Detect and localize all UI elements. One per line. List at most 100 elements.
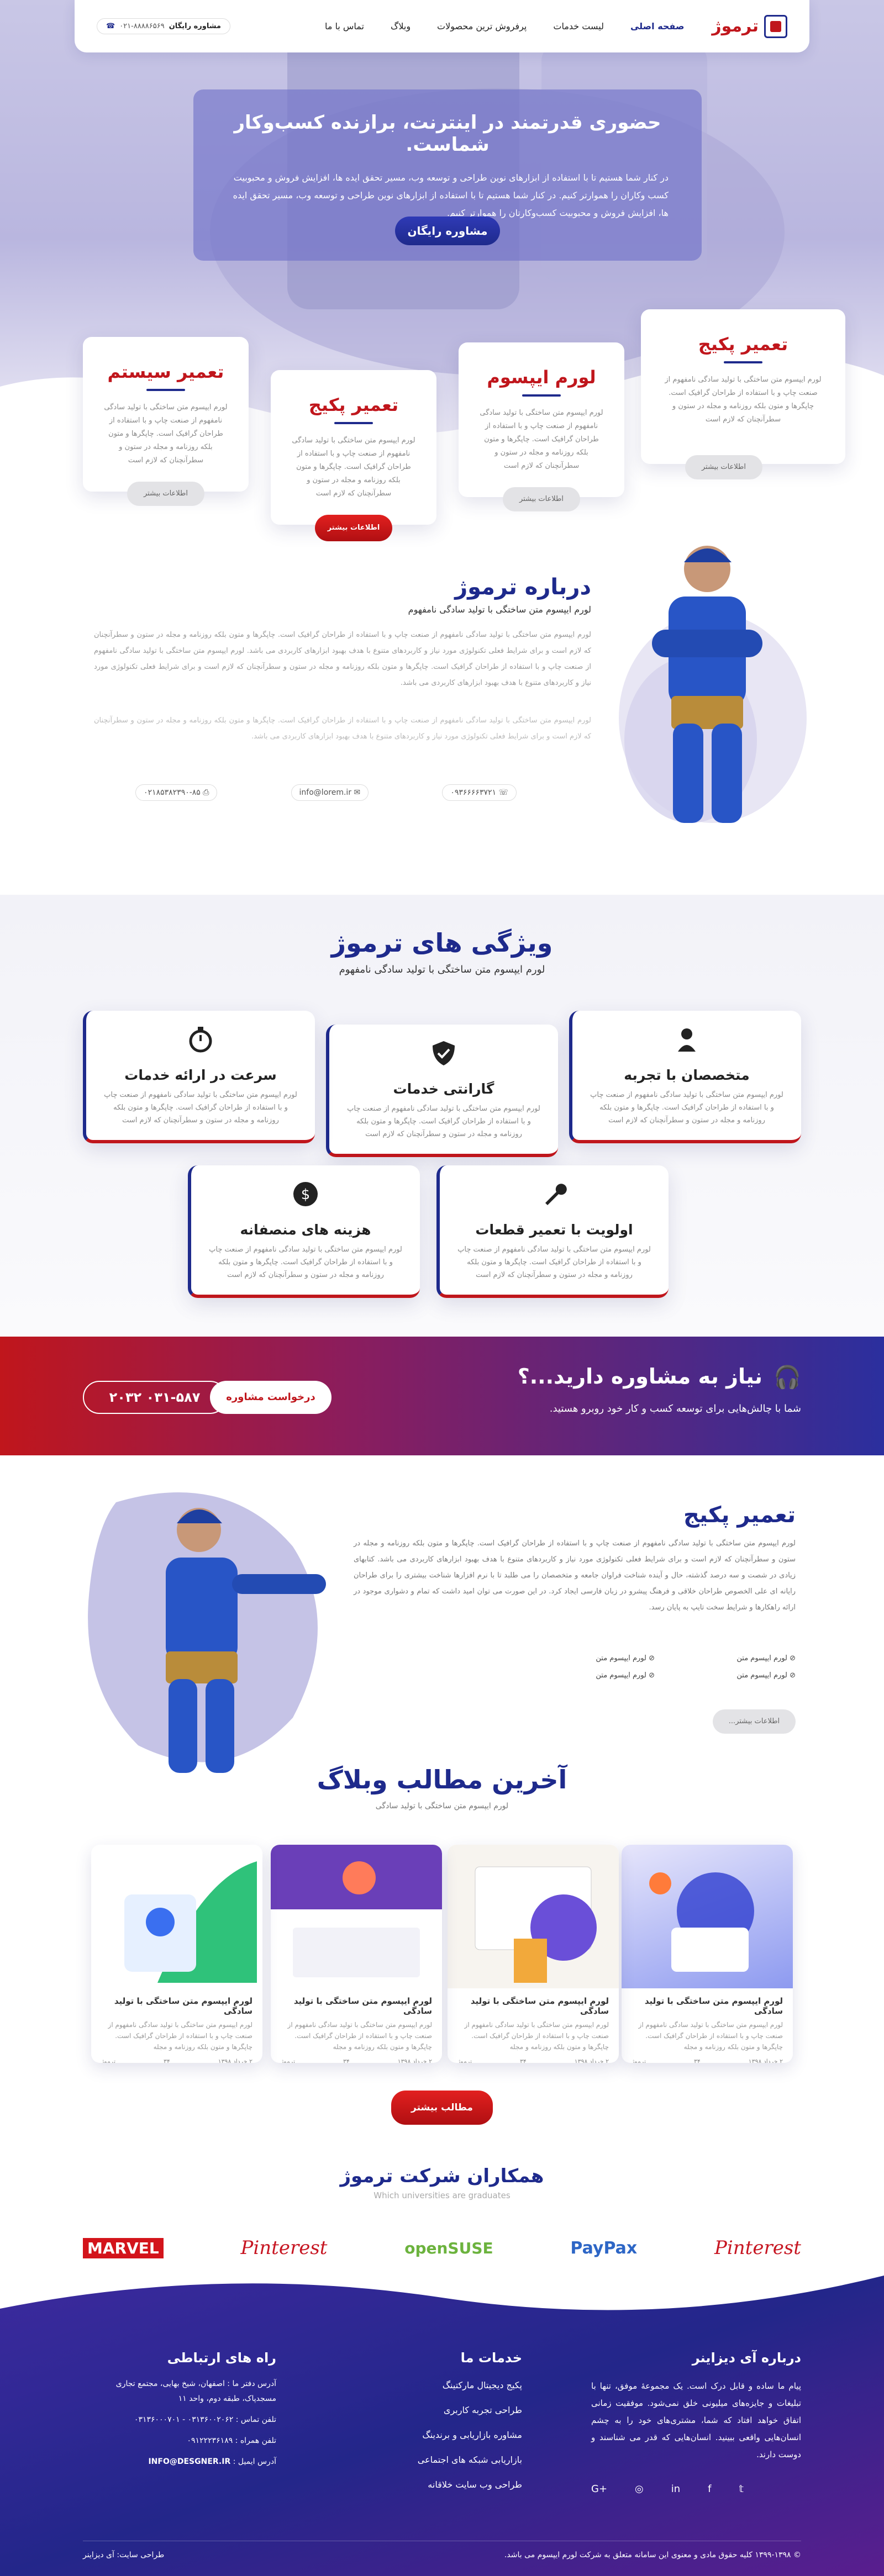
menu-item-services[interactable]: لیست خدمات — [553, 21, 604, 31]
blog-post-text: لورم ایپسوم متن ساختگی با تولید سادگی نا… — [287, 2021, 432, 2051]
more-info-button[interactable]: اطلاعات بیشتر — [503, 487, 580, 511]
blog-post-meta: ۲ خرداد ۱۳۹۸ ۳۴ ترموژ — [281, 2058, 432, 2063]
about-email[interactable]: ✉ info@lorem.ir — [291, 784, 369, 801]
logo-marvel: MARVEL — [83, 2237, 164, 2258]
feature-card-1: متخصصان با تجربه لورم ایپسوم متن ساختگی … — [569, 1011, 801, 1143]
feature-title: متخصصان با تجربه — [624, 1067, 750, 1083]
feature-title: گارانتی خدمات — [393, 1081, 494, 1097]
feature-title: هزینه های منصفانه — [240, 1222, 371, 1238]
service-card-title: تعمیر پکیج — [698, 334, 788, 355]
blog-post-text: لورم ایپسوم متن ساختگی با تولید سادگی نا… — [638, 2021, 783, 2051]
nav-cta[interactable]: مشاوره رایگان ۰۲۱-۸۸۸۸۶۵۶۹ ☎ — [97, 18, 230, 34]
footer-service-link[interactable]: پکیج دیجیتال مارکتینگ — [367, 2380, 522, 2390]
footer-mobile[interactable]: تلفن همراه : ۰۹۱۲۲۲۳۶۱۸۹ — [88, 2436, 276, 2445]
blog-post-title: لورم ایپسوم متن ساختگی با تولید سادگی — [470, 1996, 609, 2016]
consult-subtitle: شما با چالش‌هایی برای توسعه کسب و کار خو… — [549, 1403, 801, 1414]
feature-title: اولویت با تعمیر قطعات — [475, 1222, 633, 1238]
logo-mark-icon — [764, 14, 787, 38]
checklist-item: ⊘ لورم ایپسوم متن — [736, 1671, 796, 1680]
service-card-3: تعمیر پکیج لورم ایپسوم متن ساختگی با تول… — [271, 370, 436, 541]
more-info-button-active[interactable]: اطلاعات بیشتر — [315, 515, 392, 541]
title-underline — [724, 361, 762, 363]
feature-card-5: $ هزینه های منصفانه لورم ایپسوم متن ساخت… — [188, 1165, 420, 1298]
twitter-icon[interactable]: 𝕥 — [739, 2483, 744, 2495]
footer-contact-title: راه های ارتباطی — [167, 2350, 276, 2366]
hero-text: در کنار شما هستیم تا با استفاده از ابزار… — [233, 172, 669, 218]
wrench-icon — [545, 1184, 567, 1205]
footer-tel[interactable]: تلفن تماس : ۰۳۱۳۶۰۰۲۰۶۲ - ۰۳۱۳۶۰۰۰۷۰۱ — [88, 2415, 276, 2424]
shield-check-icon — [433, 1041, 455, 1065]
logo-paypax: PayPax — [570, 2238, 638, 2258]
service-card-text: لورم ایپسوم متن ساختگی با تولید سادگی نا… — [292, 436, 415, 498]
partners-logos: MARVEL Pinterest openSUSE PayPax Pintere… — [83, 2237, 801, 2259]
about-paragraph-1: لورم ایپسوم متن ساختگی با تولید سادگی نا… — [94, 631, 591, 687]
feature-title: سرعت در ارائه خدمات — [124, 1067, 277, 1083]
consult-phone[interactable]: ۰۳۱-۵۸۷ ۲۰۳۲ — [83, 1381, 227, 1414]
linkedin-icon[interactable]: in — [671, 2483, 680, 2495]
service-card-title: تعمیر پکیج — [308, 394, 399, 415]
service-card-text: لورم ایپسوم متن ساختگی با تولید سادگی نا… — [665, 376, 822, 424]
logo-pinterest: Pinterest — [240, 2237, 328, 2259]
menu-item-blog[interactable]: وبلاگ — [391, 21, 411, 31]
brand-logo[interactable]: ترموژ — [712, 14, 787, 38]
footer-service-link[interactable]: طراحی تجربه کاربری — [367, 2405, 522, 2415]
check-circle-icon: ⊘ — [787, 1671, 796, 1680]
feature-text: لورم ایپسوم متن ساختگی با تولید سادگی نا… — [209, 1245, 402, 1279]
more-info-button[interactable]: اطلاعات بیشتر — [685, 455, 762, 479]
blog-card-1[interactable]: لورم ایپسوم متن ساختگی با تولید سادگی لو… — [622, 1845, 793, 2063]
instagram-icon[interactable]: ◎ — [635, 2483, 644, 2495]
about-phone[interactable]: ☏ ۰۹۳۶۶۶۶۳۷۲۱ — [442, 784, 517, 801]
about-fax[interactable]: ⎙ ۰۲۱۸۵۳۸۲۳۹۰-۸۵ — [135, 784, 218, 801]
hero-consult-button[interactable]: مشاوره رایگان — [395, 217, 500, 245]
menu-item-contact[interactable]: تماس با ما — [325, 21, 364, 31]
service-card-1: تعمیر پکیج لورم ایپسوم متن ساختگی با تول… — [641, 309, 845, 479]
checklist-item: ⊘ لورم ایپسوم متن — [596, 1671, 655, 1680]
hero-title: حضوری قدرتمند در اینترنت، برازنده کسب‌وک… — [234, 112, 661, 156]
blog-post-text: لورم ایپسوم متن ساختگی با تولید سادگی نا… — [464, 2021, 609, 2051]
main-menu: صفحه اصلی لیست خدمات پرفروش ترین محصولات… — [325, 21, 684, 31]
footer-service-link[interactable]: طراحی وب سایت خلاقانه — [367, 2479, 522, 2490]
nav-cta-label: مشاوره رایگان — [169, 22, 221, 30]
google-plus-icon[interactable]: G+ — [591, 2483, 607, 2495]
social-links: G+ ◎ in f 𝕥 — [591, 2483, 801, 2495]
blog-post-meta: ۲ خرداد ۱۳۹۸ ۳۴ ترموژ — [101, 2058, 252, 2063]
feature-card-4: اولویت با تعمیر قطعات لورم ایپسوم متن سا… — [436, 1165, 669, 1298]
top-navbar: ترموژ صفحه اصلی لیست خدمات پرفروش ترین م… — [75, 0, 809, 52]
stopwatch-icon — [189, 1027, 212, 1053]
feature-text: لورم ایپسوم متن ساختگی با تولید سادگی نا… — [457, 1245, 651, 1279]
menu-item-home[interactable]: صفحه اصلی — [630, 21, 684, 31]
dollar-icon: $ — [293, 1182, 318, 1206]
mobile-icon: ☏ — [496, 788, 508, 797]
package-more-button[interactable]: اطلاعات بیشتر... — [713, 1709, 796, 1734]
blog-illustration — [475, 1866, 597, 1983]
package-checklist: ⊘ لورم ایپسوم متن ⊘ لورم ایپسوم متن ⊘ لو… — [530, 1654, 796, 1680]
check-circle-icon: ⊘ — [646, 1671, 655, 1680]
fax-icon: ⎙ — [200, 788, 209, 797]
blog-post-title: لورم ایپسوم متن ساختگی با تولید سادگی — [644, 1996, 783, 2016]
blog-card-2[interactable]: لورم ایپسوم متن ساختگی با تولید سادگی لو… — [448, 1845, 619, 2063]
footer-service-link[interactable]: مشاوره بازاریابی و برندینگ — [367, 2430, 522, 2440]
blog-card-4[interactable]: لورم ایپسوم متن ساختگی با تولید سادگی لو… — [91, 1845, 262, 2063]
consult-title: نیاز به مشاوره دارید...؟ — [517, 1364, 762, 1389]
footer-service-link[interactable]: بازاریابی شبکه های اجتماعی — [367, 2454, 522, 2465]
blog-more-button[interactable]: مطالب بیشتر — [391, 2091, 493, 2125]
more-info-button[interactable]: اطلاعات بیشتر — [127, 482, 204, 506]
footer-credit[interactable]: طراحی سایت: آی دیزاینر — [83, 2551, 164, 2559]
title-underline — [146, 389, 185, 391]
nav-phone: ۰۲۱-۸۸۸۸۶۵۶۹ — [119, 22, 165, 30]
logo-opensuse: openSUSE — [404, 2239, 493, 2257]
blog-post-title: لورم ایپسوم متن ساختگی با تولید سادگی — [114, 1996, 252, 2016]
facebook-icon[interactable]: f — [708, 2483, 711, 2495]
package-text: لورم ایپسوم متن ساختگی با تولید سادگی نا… — [354, 1539, 796, 1612]
consult-request-button[interactable]: درخواست مشاوره — [210, 1381, 332, 1414]
service-card-title: لورم ایپسوم — [487, 367, 596, 388]
blog-post-text: لورم ایپسوم متن ساختگی با تولید سادگی نا… — [108, 2021, 252, 2051]
footer-about-text: پیام ما ساده و قابل درک است. یک مجموعهٔ … — [591, 2381, 801, 2459]
blog-post-title: لورم ایپسوم متن ساختگی با تولید سادگی — [293, 1996, 432, 2016]
menu-item-bestsellers[interactable]: پرفروش ترین محصولات — [437, 21, 527, 31]
blog-card-3[interactable]: لورم ایپسوم متن ساختگی با تولید سادگی لو… — [271, 1845, 442, 2063]
footer-email-row[interactable]: آدرس ایمیل : INFO@DESGNER.IR — [88, 2457, 276, 2466]
checklist-item: ⊘ لورم ایپسوم متن — [596, 1654, 655, 1662]
feature-card-3: سرعت در ارائه خدمات لورم ایپسوم متن ساخت… — [83, 1011, 315, 1143]
title-underline — [522, 394, 561, 397]
